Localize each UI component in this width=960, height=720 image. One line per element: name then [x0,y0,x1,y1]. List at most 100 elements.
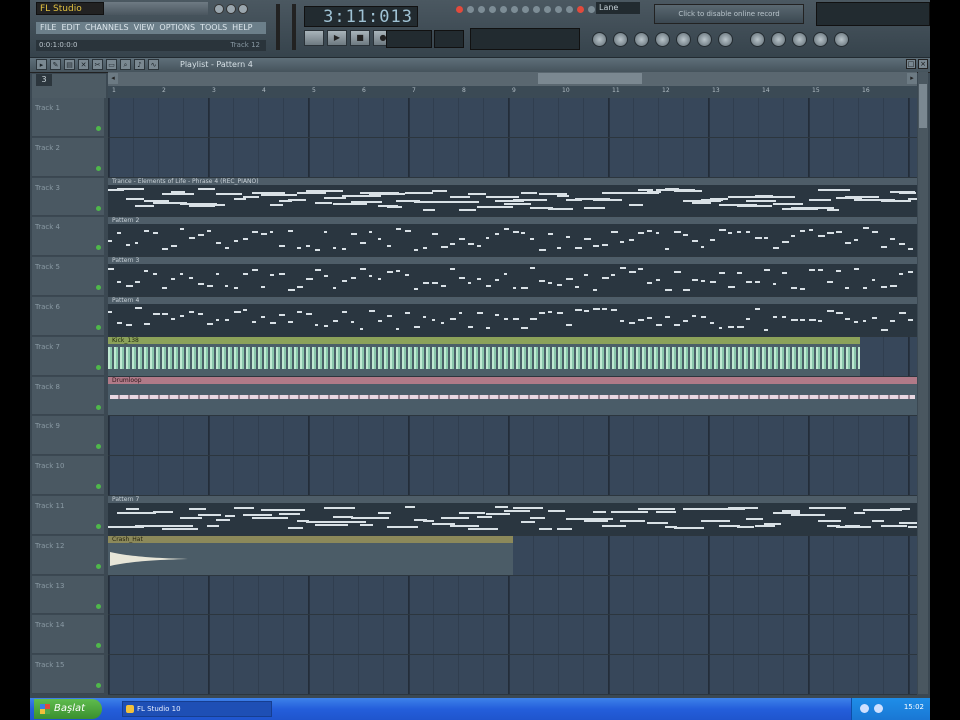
pattern-clip[interactable]: Pattern 4 [108,297,917,336]
timeline-ruler[interactable]: 1 2 3 4 5 6 7 8 9 10 11 12 13 14 15 16 [108,86,917,98]
blend-led[interactable] [500,6,507,13]
online-hint-field[interactable]: Click to disable online record [654,4,804,24]
auto-scroll-led[interactable] [544,6,551,13]
restore-icon[interactable] [226,4,236,14]
track-lane[interactable] [108,137,917,178]
play-button[interactable]: ▶ [327,30,347,46]
menu-tools[interactable]: TOOLS [200,22,227,34]
zoom-tool-icon[interactable]: ⌕ [120,59,131,70]
pattern-clip[interactable]: Pattern 3 [108,257,917,296]
track-name[interactable]: Track 5 [32,257,104,296]
playlist-maximize-icon[interactable]: □ [906,59,916,69]
audio-clip[interactable]: Kick_138 [108,336,861,376]
track-lane[interactable] [108,615,917,656]
loop-rec-led[interactable] [522,6,529,13]
track-lane[interactable]: Pattern 3 [108,257,917,297]
countdown-led[interactable] [478,6,485,13]
track-name[interactable]: Track 1 [32,98,104,137]
track-lane[interactable]: Drumloop [108,376,917,417]
track-mute-led[interactable] [96,205,101,211]
step-edit-led[interactable] [489,6,496,13]
arrow-menu-icon[interactable]: ▸ [36,59,47,70]
master-pitch-slider[interactable] [292,4,296,50]
track-lane[interactable] [108,98,917,138]
minimize-icon[interactable] [214,4,224,14]
horizontal-scroll-thumb[interactable] [538,73,642,84]
delete-tool-icon[interactable]: ✕ [78,59,89,70]
track-mute-led[interactable] [96,563,101,569]
rec-led[interactable] [577,6,584,13]
menu-edit[interactable]: EDIT [61,22,79,34]
menu-file[interactable]: FILE [40,22,56,34]
stop-button[interactable]: ■ [350,30,370,46]
overdub-led[interactable] [555,6,562,13]
track-lane[interactable] [108,655,917,695]
menu-view[interactable]: VIEW [134,22,155,34]
network-icon[interactable] [860,704,869,713]
taskbar-fl-studio[interactable]: FL Studio 10 [122,701,272,717]
menu-options[interactable]: OPTIONS [159,22,195,34]
track-mute-led[interactable] [96,126,101,131]
song-position-bar[interactable] [104,2,208,15]
typing-kb-led[interactable] [511,6,518,13]
select-tool-icon[interactable]: ▭ [106,59,117,70]
paint-tool-icon[interactable]: ▤ [64,59,75,70]
track-lane[interactable]: Trance - Elements of Life - Phrase 4 (RE… [108,177,917,218]
track-name[interactable]: Track 3 [32,177,104,217]
track-lane[interactable] [108,575,917,616]
pattern-clip[interactable]: Pattern 2 [108,217,917,257]
menu-help[interactable]: HELP [232,22,252,34]
snapshot-4-icon[interactable] [813,32,828,47]
misc-led[interactable] [588,6,595,13]
pattern-song-toggle[interactable] [304,30,324,46]
vertical-scrollbar[interactable] [918,72,928,694]
track-name[interactable]: Track 14 [32,615,104,655]
piano-roll-icon[interactable] [634,32,649,47]
pattern-clip[interactable]: Pattern 7 [108,496,917,535]
track-name[interactable]: Track 4 [32,217,104,257]
playlist-window-icon[interactable] [592,32,607,47]
snapshot-3-icon[interactable] [792,32,807,47]
track-mute-led[interactable] [96,364,101,370]
snapshot-2-icon[interactable] [771,32,786,47]
multilink-led[interactable] [533,6,540,13]
scroll-right-icon[interactable]: ▸ [907,73,917,84]
draw-tool-icon[interactable]: ✎ [50,59,61,70]
track-mute-led[interactable] [96,603,101,609]
time-display[interactable]: 3:11:013 [304,6,418,27]
track-lane[interactable]: Kick_138 [108,336,917,377]
track-name[interactable]: Track 2 [32,137,104,177]
vertical-scroll-thumb[interactable] [919,84,927,128]
master-volume-slider[interactable] [276,4,280,50]
scroll-left-icon[interactable]: ◂ [108,73,118,84]
snapshot-1-icon[interactable] [750,32,765,47]
metronome-led[interactable] [456,6,463,13]
slice-tool-icon[interactable]: ✂ [92,59,103,70]
mixer-icon[interactable] [676,32,691,47]
audio-clip[interactable]: Crash_Hat [108,535,513,575]
audio-clip[interactable]: Drumloop [108,376,917,416]
menu-channels[interactable]: CHANNELS [85,22,129,34]
close-icon[interactable] [238,4,248,14]
track-name[interactable]: Track 10 [32,456,104,495]
snap-selector[interactable] [434,30,464,48]
start-button[interactable]: Başlat [34,699,102,719]
track-name[interactable]: Track 11 [32,496,104,535]
track-name[interactable]: Track 7 [32,336,104,376]
track-lane[interactable]: Pattern 2 [108,217,917,258]
play-tool-icon[interactable]: ♪ [134,59,145,70]
volume-icon[interactable] [874,704,883,713]
step-sequencer-icon[interactable] [613,32,628,47]
track-name[interactable]: Track 12 [32,535,104,575]
track-name[interactable]: Track 15 [32,655,104,694]
playlist-titlebar[interactable]: ▸ ✎ ▤ ✕ ✂ ▭ ⌕ ♪ ∿ Playlist - Pattern 4 □… [30,58,930,73]
user-field[interactable]: Lane [596,2,640,14]
browser-icon[interactable] [655,32,670,47]
track-mute-led[interactable] [96,404,101,410]
horizontal-scrollbar[interactable]: ◂ ▸ [108,72,917,87]
track-name[interactable]: Track 6 [32,297,104,336]
playlist-close-icon[interactable]: × [918,59,928,69]
track-lane[interactable] [108,416,917,457]
pattern-clip[interactable]: Trance - Elements of Life - Phrase 4 (RE… [108,177,917,217]
track-mute-led[interactable] [96,524,101,529]
